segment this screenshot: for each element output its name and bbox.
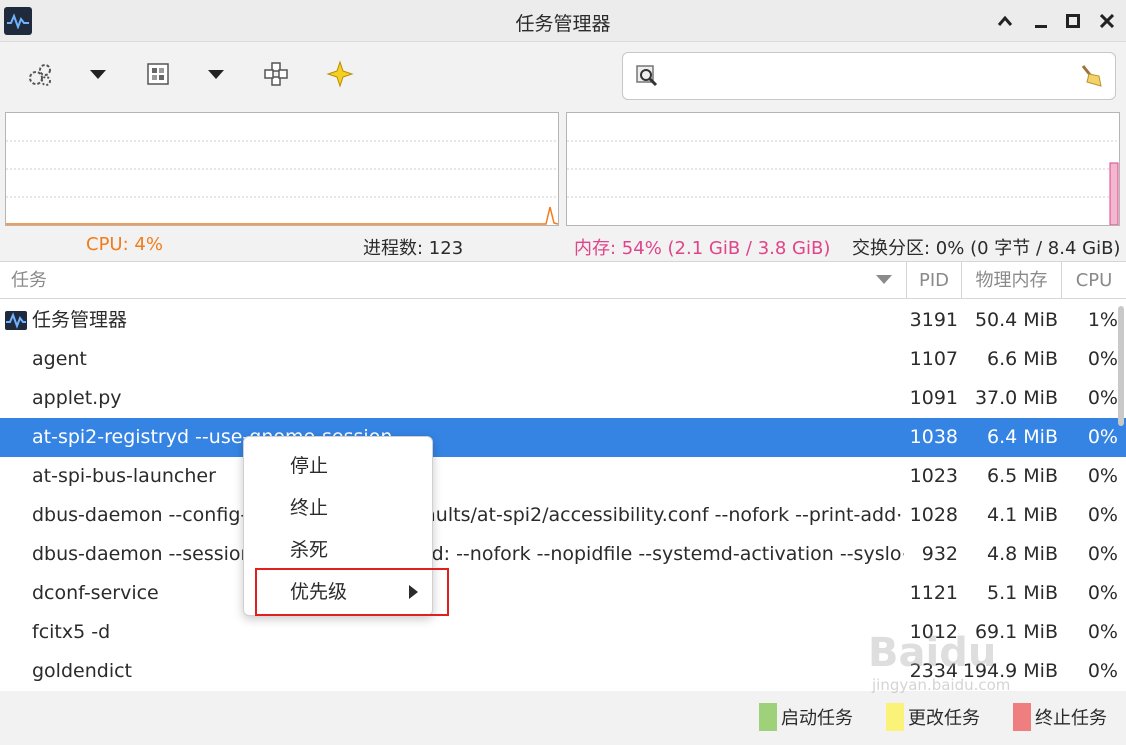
table-scrollbar[interactable]: [1118, 306, 1124, 426]
column-header-memory[interactable]: 物理内存: [962, 262, 1062, 299]
process-memory: 37.0 MiB: [974, 387, 1058, 409]
dropdown-icon[interactable]: [198, 56, 234, 92]
process-name: goldendict: [32, 660, 132, 682]
watermark-logo: Baidu: [868, 630, 997, 676]
process-memory: 4.1 MiB: [987, 504, 1058, 526]
process-cpu: 0%: [1087, 660, 1118, 682]
table-row[interactable]: 任务管理器 3191 50.4 MiB 1%: [0, 301, 1126, 340]
table-row[interactable]: agent 1107 6.6 MiB 0%: [0, 340, 1126, 379]
process-cpu: 0%: [1087, 504, 1118, 526]
process-count-label: 进程数: 123: [363, 238, 464, 259]
menu-item-stop[interactable]: 停止: [244, 445, 434, 487]
crosshair-icon[interactable]: [258, 56, 294, 92]
table-row[interactable]: dbus-daemon --session --address=systemd:…: [0, 535, 1126, 574]
legend-end-task: 终止任务: [1013, 702, 1107, 732]
cpu-graph: [5, 112, 559, 226]
search-icon: [635, 64, 659, 93]
legend-change-label: 更改任务: [908, 708, 980, 729]
process-memory: 4.8 MiB: [987, 543, 1058, 565]
settings-gears-icon[interactable]: [22, 56, 58, 92]
legend-swatch-yellow: [886, 703, 904, 731]
legend-end-label: 终止任务: [1035, 708, 1107, 729]
cpu-usage-label: CPU: 4%: [86, 234, 163, 255]
column-header-task[interactable]: 任务: [0, 262, 907, 299]
process-name: dbus-daemon --config-file=/usr/share/def…: [32, 504, 904, 526]
star-icon[interactable]: [322, 56, 358, 92]
process-pid: 1028: [909, 504, 958, 526]
memory-usage-label: 内存: 54% (2.1 GiB / 3.8 GiB): [574, 238, 831, 259]
legend-swatch-red: [1013, 703, 1031, 731]
table-row[interactable]: dbus-daemon --config-file=/usr/share/def…: [0, 496, 1126, 535]
toolbar: [0, 42, 1126, 108]
table-row[interactable]: dconf-service 1121 5.1 MiB 0%: [0, 574, 1126, 613]
process-memory: 6.5 MiB: [987, 465, 1058, 487]
process-table: 任务 PID 物理内存 CPU 任务管理器 3191 50.4 MiB 1% a…: [0, 261, 1126, 691]
watermark-url: jingyan.baidu.com: [872, 676, 1011, 694]
process-memory: 5.1 MiB: [987, 582, 1058, 604]
process-cpu: 0%: [1087, 582, 1118, 604]
process-name: at-spi2-registryd --use-gnome-session: [32, 426, 393, 448]
menu-item-kill[interactable]: 杀死: [244, 529, 434, 571]
table-header: 任务 PID 物理内存 CPU: [0, 262, 1126, 299]
maximize-icon[interactable]: [1058, 6, 1088, 36]
process-name: at-spi-bus-launcher: [32, 465, 216, 487]
view-icon[interactable]: [140, 56, 176, 92]
process-cpu: 0%: [1087, 543, 1118, 565]
process-pid: 1023: [909, 465, 958, 487]
process-pid: 3191: [909, 309, 958, 331]
table-row-selected[interactable]: at-spi2-registryd --use-gnome-session 10…: [0, 418, 1126, 457]
swap-usage-label: 交换分区: 0% (0 字节 / 8.4 GiB): [852, 238, 1121, 259]
chevron-up-icon[interactable]: [990, 6, 1020, 36]
process-memory: 50.4 MiB: [974, 309, 1058, 331]
clear-broom-icon[interactable]: [1077, 62, 1105, 95]
process-cpu: 0%: [1087, 621, 1118, 643]
process-name: dconf-service: [32, 582, 159, 604]
legend-start-task: 启动任务: [759, 702, 853, 732]
process-pid: 1121: [909, 582, 958, 604]
process-name: dbus-daemon --session --address=systemd:…: [32, 543, 904, 565]
menu-item-stop-label: 停止: [290, 455, 329, 477]
process-cpu: 0%: [1087, 348, 1118, 370]
process-pid: 1038: [909, 426, 958, 448]
close-icon[interactable]: [1092, 6, 1122, 36]
column-header-task-label: 任务: [11, 270, 47, 291]
menu-item-terminate-label: 终止: [290, 497, 329, 519]
process-pid: 1091: [909, 387, 958, 409]
search-input[interactable]: [667, 61, 1067, 91]
legend-start-label: 启动任务: [781, 708, 853, 729]
process-memory: 6.4 MiB: [987, 426, 1058, 448]
column-header-cpu[interactable]: CPU: [1062, 262, 1126, 299]
menu-item-kill-label: 杀死: [290, 539, 329, 561]
menu-item-terminate[interactable]: 终止: [244, 487, 434, 529]
column-header-pid[interactable]: PID: [907, 262, 962, 299]
dropdown-icon[interactable]: [80, 56, 116, 92]
process-pid: 1107: [909, 348, 958, 370]
process-cpu: 0%: [1087, 387, 1118, 409]
search-field[interactable]: [622, 52, 1116, 100]
legend-swatch-green: [759, 703, 777, 731]
process-name: agent: [32, 348, 87, 370]
annotation-highlight-box: [255, 568, 449, 616]
process-cpu: 1%: [1087, 309, 1118, 331]
sort-descending-icon: [876, 275, 892, 284]
table-row[interactable]: applet.py 1091 37.0 MiB 0%: [0, 379, 1126, 418]
title-bar: 任务管理器: [0, 0, 1126, 42]
process-memory: 6.6 MiB: [987, 348, 1058, 370]
process-name: applet.py: [32, 387, 122, 409]
process-cpu: 0%: [1087, 465, 1118, 487]
memory-graph: [566, 112, 1120, 226]
process-cpu: 0%: [1087, 426, 1118, 448]
process-name: fcitx5 -d: [32, 621, 111, 643]
process-name: 任务管理器: [32, 309, 128, 331]
minimize-icon[interactable]: [1026, 6, 1056, 36]
table-row[interactable]: at-spi-bus-launcher 1023 6.5 MiB 0%: [0, 457, 1126, 496]
window-title: 任务管理器: [515, 13, 611, 35]
process-pid: 932: [921, 543, 958, 565]
task-manager-app-icon: [5, 311, 27, 330]
legend-change-task: 更改任务: [886, 702, 980, 732]
